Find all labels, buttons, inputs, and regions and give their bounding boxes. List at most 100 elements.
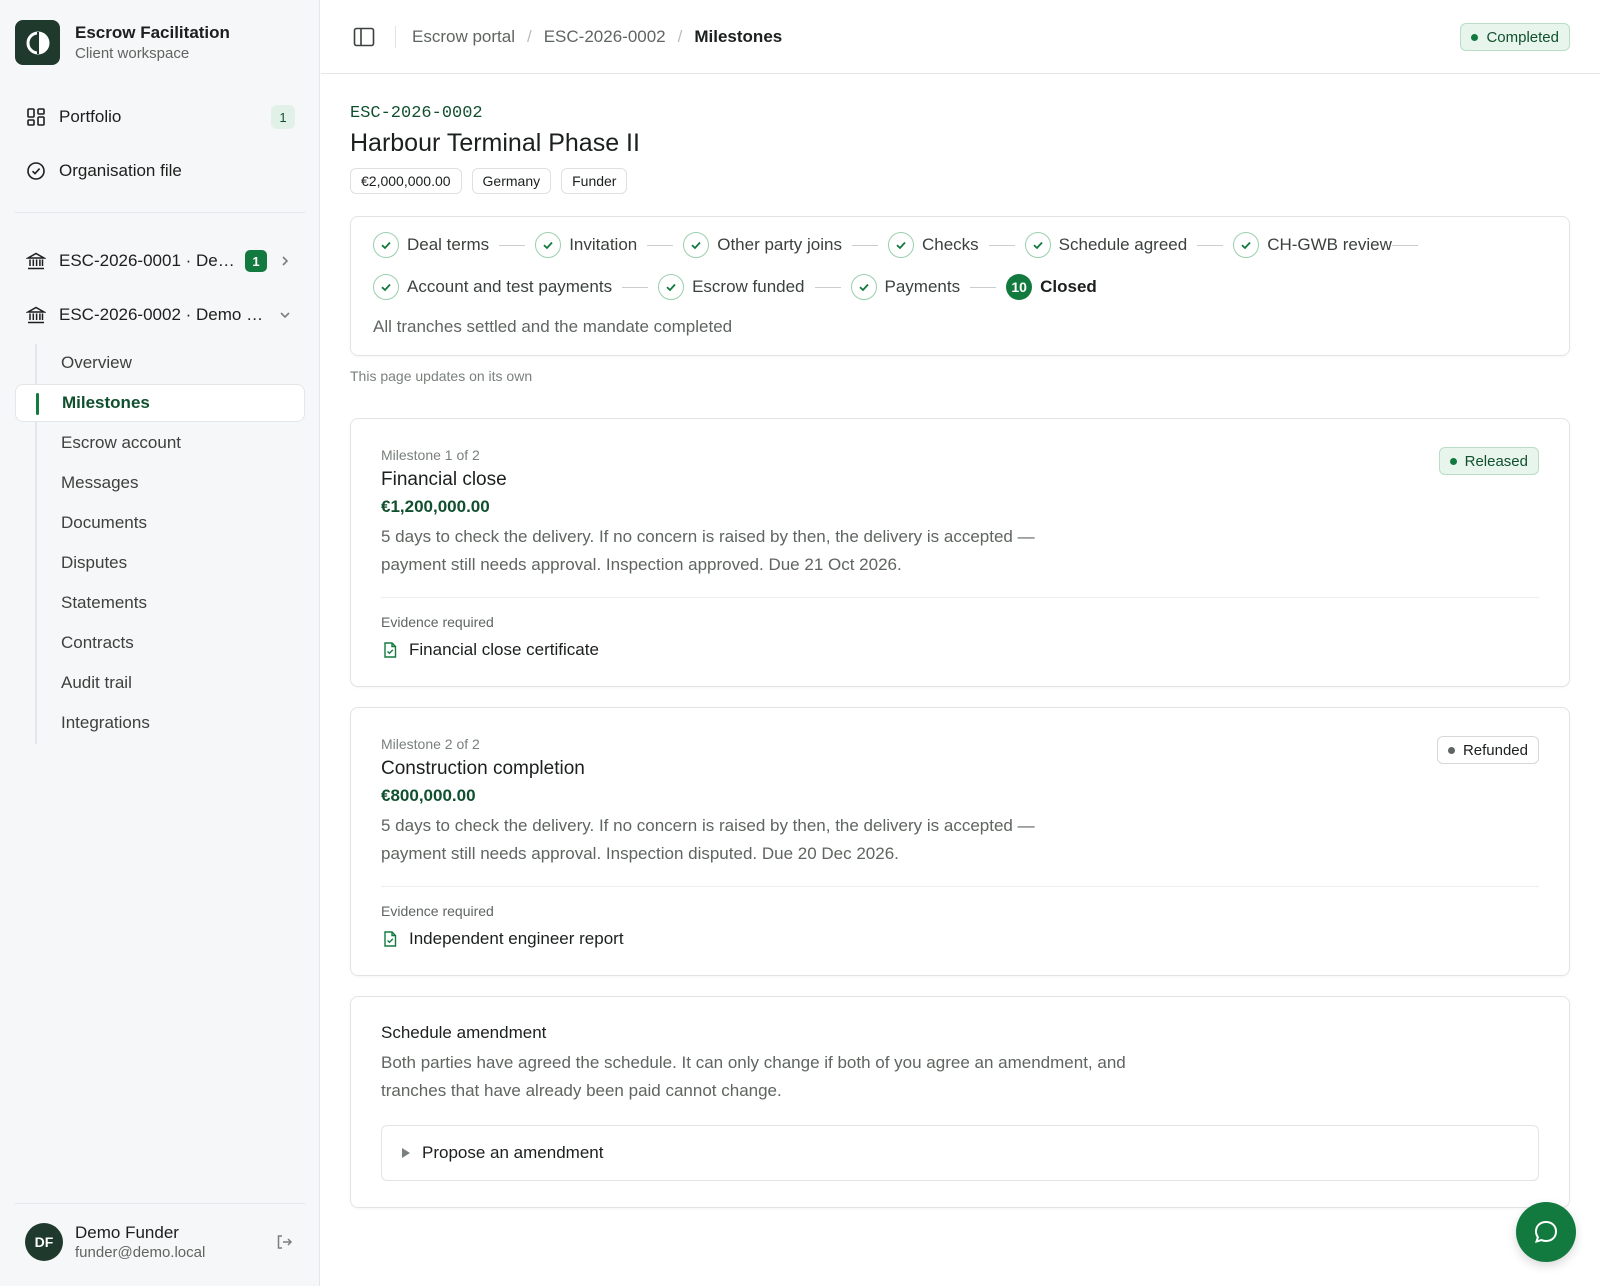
document-check-icon bbox=[381, 930, 399, 948]
milestone-index: Milestone 1 of 2 bbox=[381, 447, 480, 463]
sidebar-item-label: ESC-2026-0002 · Demo deal bbox=[59, 305, 267, 324]
milestone-amount: €800,000.00 bbox=[381, 786, 476, 805]
avatar[interactable]: DF bbox=[25, 1223, 63, 1261]
chat-button[interactable] bbox=[1516, 1202, 1576, 1262]
check-icon bbox=[373, 274, 399, 300]
evidence-label: Evidence required bbox=[381, 614, 494, 630]
brand-logo-icon bbox=[15, 20, 60, 65]
status-dot bbox=[1447, 746, 1455, 754]
status-label: Released bbox=[1464, 452, 1528, 470]
deal-subnav: Overview Milestones Escrow account Messa… bbox=[15, 344, 305, 744]
evidence-name: Financial close certificate bbox=[409, 640, 599, 659]
schedule-amendment-card: Schedule amendment Both parties have agr… bbox=[350, 996, 1570, 1208]
check-icon bbox=[1233, 232, 1260, 258]
disclosure-triangle-icon bbox=[402, 1148, 410, 1158]
brand-title: Escrow Facilitation bbox=[75, 23, 230, 42]
subnav-milestones[interactable]: Milestones bbox=[15, 384, 305, 422]
step-connector bbox=[814, 286, 841, 288]
check-icon bbox=[658, 274, 685, 300]
milestone-description-line: 5 days to check the delivery. If no conc… bbox=[381, 527, 1035, 546]
sidebar-item-deal-0002[interactable]: ESC-2026-0002 · Demo deal bbox=[15, 294, 305, 336]
step-label: Deal terms bbox=[407, 235, 490, 254]
chevron-right-icon[interactable] bbox=[275, 251, 295, 271]
evidence-name: Independent engineer report bbox=[409, 929, 624, 948]
breadcrumb-separator: / bbox=[677, 26, 683, 46]
step-connector bbox=[1391, 244, 1418, 246]
deal-tags: €2,000,000.00 Germany Funder bbox=[350, 168, 1570, 194]
sidebar-item-deal-0001[interactable]: ESC-2026-0001 · Demo deal 1 bbox=[15, 240, 305, 282]
chevron-down-icon[interactable] bbox=[275, 305, 295, 325]
progress-stepper: Deal terms Invitation Other party joins … bbox=[350, 216, 1570, 356]
sidebar-item-portfolio[interactable]: Portfolio 1 bbox=[15, 96, 305, 138]
tag-amount: €2,000,000.00 bbox=[350, 168, 462, 194]
check-icon bbox=[1024, 232, 1051, 258]
check-icon bbox=[535, 232, 562, 258]
breadcrumb: Escrow portal / ESC-2026-0002 / Mileston… bbox=[412, 27, 782, 47]
sidebar-item-organisation-file[interactable]: Organisation file bbox=[15, 150, 305, 192]
check-circle-icon bbox=[25, 160, 47, 182]
step-connector bbox=[1197, 244, 1224, 246]
bank-icon bbox=[25, 250, 47, 272]
check-icon bbox=[850, 274, 877, 300]
check-icon bbox=[683, 232, 710, 258]
user-profile: DF Demo Funder funder@demo.local bbox=[25, 1222, 295, 1262]
grid-icon bbox=[25, 106, 47, 128]
brand-subtitle: Client workspace bbox=[75, 45, 190, 62]
step-deal-terms: Deal terms bbox=[373, 231, 489, 259]
deal-list: ESC-2026-0001 · Demo deal 1 ESC-2026-000… bbox=[15, 240, 305, 348]
step-account-and-test-payments: Account and test payments bbox=[373, 273, 612, 301]
sidebar-footer-divider bbox=[15, 1203, 305, 1204]
top-header: Escrow portal / ESC-2026-0002 / Mileston… bbox=[321, 0, 1600, 74]
step-label: CH-GWB review bbox=[1267, 235, 1392, 254]
sidebar-toggle-icon[interactable] bbox=[349, 22, 379, 52]
sidebar: Escrow Facilitation Client workspace Por… bbox=[0, 0, 320, 1286]
subnav-escrow-account[interactable]: Escrow account bbox=[15, 424, 305, 462]
status-label: Completed bbox=[1486, 28, 1559, 46]
subnav-integrations[interactable]: Integrations bbox=[15, 704, 305, 742]
amendment-description: Both parties have agreed the schedule. I… bbox=[381, 1049, 1181, 1105]
chat-bubble-icon bbox=[1532, 1218, 1560, 1246]
subnav-overview[interactable]: Overview bbox=[15, 344, 305, 382]
amendment-title: Schedule amendment bbox=[381, 1023, 547, 1042]
step-payments: Payments bbox=[850, 273, 960, 301]
breadcrumb-portal[interactable]: Escrow portal bbox=[412, 27, 515, 47]
propose-amendment-toggle[interactable]: Propose an amendment bbox=[381, 1125, 1539, 1181]
step-label: Schedule agreed bbox=[1058, 235, 1188, 254]
step-label: Invitation bbox=[569, 235, 638, 254]
step-label: Escrow funded bbox=[692, 277, 805, 296]
sidebar-nav: Portfolio 1 Organisation file bbox=[15, 96, 305, 204]
main-content: ESC-2026-0002 Harbour Terminal Phase II … bbox=[350, 104, 1570, 1208]
sidebar-item-label: ESC-2026-0001 · Demo deal bbox=[59, 251, 237, 270]
logout-icon[interactable] bbox=[273, 1231, 295, 1253]
subnav-statements[interactable]: Statements bbox=[15, 584, 305, 622]
milestone-status-badge: Refunded bbox=[1436, 736, 1539, 764]
breadcrumb-deal[interactable]: ESC-2026-0002 bbox=[544, 27, 666, 47]
stepper-note: All tranches settled and the mandate com… bbox=[373, 317, 733, 336]
step-label: Other party joins bbox=[717, 235, 842, 254]
status-label: Refunded bbox=[1462, 741, 1528, 759]
sidebar-item-label: Organisation file bbox=[59, 161, 182, 180]
milestone-amount: €1,200,000.00 bbox=[381, 497, 490, 516]
evidence-item[interactable]: Independent engineer report bbox=[381, 929, 1539, 975]
subnav-messages[interactable]: Messages bbox=[15, 464, 305, 502]
milestone-index: Milestone 2 of 2 bbox=[381, 736, 480, 752]
milestone-card: Milestone 2 of 2 Construction completion… bbox=[350, 707, 1570, 976]
page-title: Harbour Terminal Phase II bbox=[350, 129, 640, 157]
subnav-contracts[interactable]: Contracts bbox=[15, 624, 305, 662]
sidebar-divider bbox=[15, 212, 305, 213]
document-check-icon bbox=[381, 641, 399, 659]
evidence-item[interactable]: Financial close certificate bbox=[381, 640, 1539, 686]
deal-id: ESC-2026-0002 bbox=[350, 104, 483, 123]
step-connector bbox=[988, 244, 1015, 246]
step-label: Checks bbox=[921, 235, 979, 254]
subnav-audit-trail[interactable]: Audit trail bbox=[15, 664, 305, 702]
evidence-label: Evidence required bbox=[381, 903, 494, 919]
sidebar-item-label: Portfolio bbox=[59, 107, 122, 126]
breadcrumb-separator: / bbox=[526, 26, 532, 46]
subnav-disputes[interactable]: Disputes bbox=[15, 544, 305, 582]
milestone-title: Construction completion bbox=[381, 758, 585, 779]
brand[interactable]: Escrow Facilitation Client workspace bbox=[15, 20, 230, 65]
step-other-party-joins: Other party joins bbox=[683, 231, 842, 259]
subnav-documents[interactable]: Documents bbox=[15, 504, 305, 542]
step-invitation: Invitation bbox=[535, 231, 637, 259]
